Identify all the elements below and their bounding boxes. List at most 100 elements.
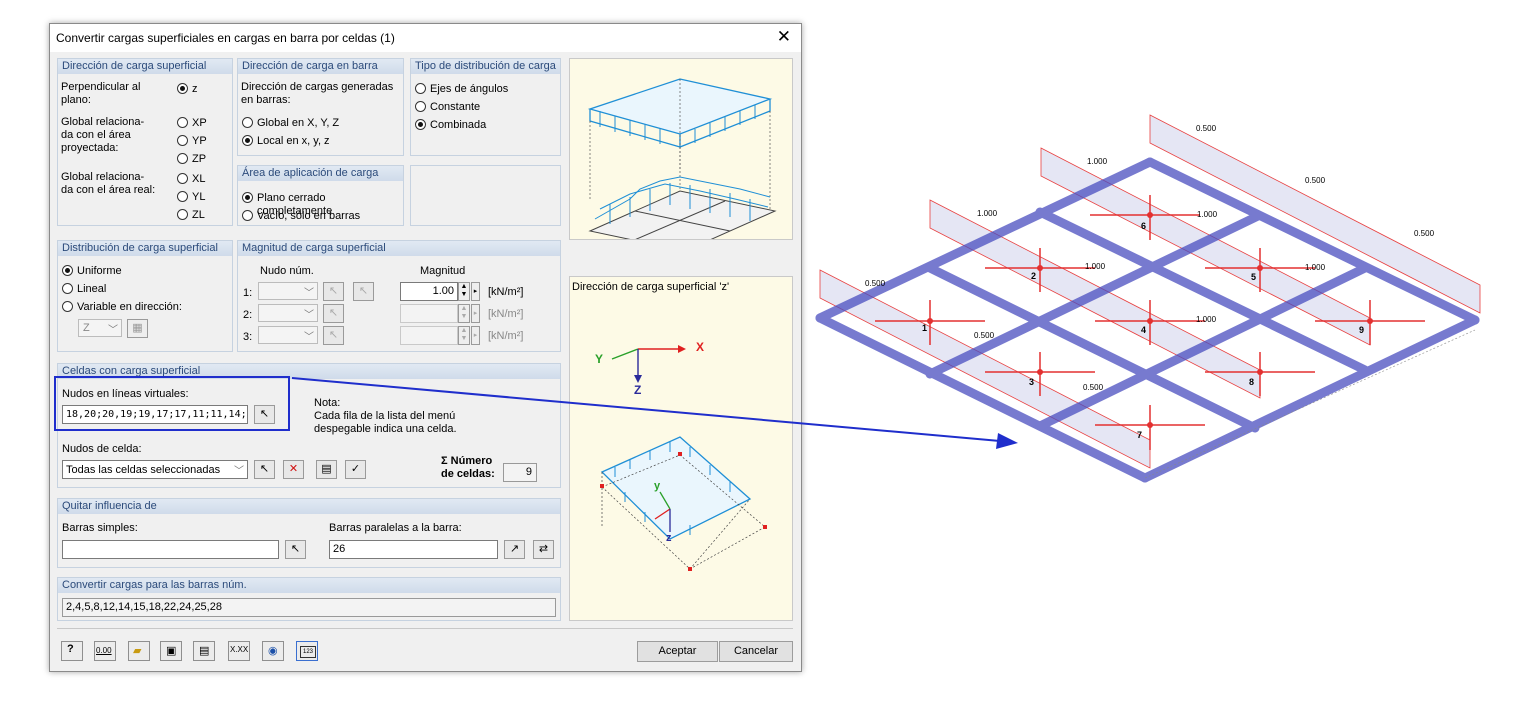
group-magnitud: Magnitud de carga superficial Nudo núm. … (237, 240, 561, 352)
units-icon-text: 0.00 (96, 646, 112, 655)
close-icon[interactable]: ✕ (777, 27, 791, 47)
decimal-places-icon[interactable]: X.XX (228, 641, 250, 661)
pick-cell-icon[interactable]: ↖ (254, 460, 275, 479)
axis-y-label: Y (595, 352, 604, 366)
row-3-label: 3: (243, 331, 253, 343)
pick-member-icon[interactable]: ↖ (285, 540, 306, 559)
magnitud-1-unit: [kN/m²] (488, 286, 524, 298)
group-header: Magnitud de carga superficial (238, 241, 560, 256)
radio-global-xyz[interactable] (242, 117, 253, 128)
radio-local-xyz[interactable] (242, 135, 253, 146)
nudos-celda-select[interactable]: Todas las celdas seleccionadas ﹀ (62, 460, 248, 479)
numbering-icon[interactable]: 123 (296, 641, 318, 661)
nudo-num-header: Nudo núm. (260, 265, 314, 277)
direccion-barra-desc: Dirección de cargas generadas en barras: (241, 81, 394, 106)
nudos-celda-value: Todas las celdas seleccionadas (66, 464, 221, 476)
load-value-label: 1.000 (977, 209, 998, 218)
load-value-label: 0.500 (1414, 229, 1435, 238)
magnitud-1-input[interactable]: 1.00 (400, 282, 458, 301)
radio-plano-cerrado[interactable] (242, 192, 253, 203)
row-1-label: 1: (243, 287, 253, 299)
radio-lineal[interactable] (62, 283, 73, 294)
radio-yl-label: YL (192, 191, 206, 203)
load-value-label: 1.000 (1196, 315, 1217, 324)
cell-number: 5 (1251, 272, 1257, 282)
axis-z-label: Z (634, 383, 642, 397)
radio-yl[interactable] (177, 191, 188, 202)
radio-variable-label: Variable en dirección: (77, 301, 182, 313)
radio-vacio[interactable] (242, 210, 253, 221)
cell-number: 6 (1141, 221, 1147, 231)
num-celdas-value: 9 (503, 463, 537, 482)
delete-icon[interactable]: ✕ (283, 460, 304, 479)
document-search-icon[interactable]: ▤ (193, 641, 215, 661)
nudo-2-select[interactable]: ﹀ (258, 304, 318, 322)
magnitud-1-arrow-icon[interactable]: ▸ (471, 282, 480, 301)
radio-constante[interactable] (415, 101, 426, 112)
accept-button[interactable]: Aceptar (637, 641, 718, 662)
edit-direction-icon[interactable]: ▦ (127, 319, 148, 338)
magnitud-2-spinner[interactable]: ▲ ▼ (458, 304, 470, 323)
chevron-down-icon: ﹀ (304, 288, 314, 299)
highlight-box (54, 376, 290, 431)
radio-zp-label: ZP (192, 153, 207, 165)
empty-group (410, 165, 561, 226)
radio-yp[interactable] (177, 135, 188, 146)
convertir-barras-field[interactable]: 2,4,5,8,12,14,15,18,22,24,25,28 (62, 598, 556, 617)
pick-parallel-icon[interactable]: ↗ (504, 540, 525, 559)
chevron-down-icon: ﹀ (234, 466, 244, 477)
cell-number: 7 (1137, 430, 1143, 440)
radio-combinada[interactable] (415, 119, 426, 130)
direction-select[interactable]: Z ﹀ (78, 319, 122, 337)
model-beams (815, 157, 1480, 483)
radio-xl[interactable] (177, 173, 188, 184)
save-icon[interactable]: ▣ (160, 641, 182, 661)
group-header: Área de aplicación de carga (238, 166, 403, 181)
radio-zp[interactable] (177, 153, 188, 164)
barras-paralelas-label: Barras paralelas a la barra: (329, 522, 462, 534)
magnitud-2-arrow-icon[interactable]: ▸ (471, 304, 480, 323)
magnitud-3-arrow-icon[interactable]: ▸ (471, 326, 480, 345)
nudo-3-select[interactable]: ﹀ (258, 326, 318, 344)
cell-list-icon[interactable]: ▤ (316, 460, 337, 479)
barras-simples-input[interactable] (62, 540, 279, 559)
chevron-down-icon: ﹀ (304, 332, 314, 343)
radio-z[interactable] (177, 83, 188, 94)
eye-icon[interactable]: ◉ (262, 641, 284, 661)
bottom-toolbar: ? 0.00 ▰ ▣ ▤ X.XX ◉ 123 (61, 641, 361, 663)
radio-yp-label: YP (192, 135, 207, 147)
open-folder-icon[interactable]: ▰ (128, 641, 150, 661)
cell-number: 2 (1031, 271, 1037, 281)
radio-variable[interactable] (62, 301, 73, 312)
radio-ejes-angulos[interactable] (415, 83, 426, 94)
barras-paralelas-input[interactable]: 26 (329, 540, 498, 559)
group-direccion-barra: Dirección de carga en barra Dirección de… (237, 58, 404, 156)
pick-node-2-icon[interactable]: ↖ (323, 304, 344, 323)
magnitud-2-input[interactable] (400, 304, 458, 323)
load-transfer-illustration (587, 78, 777, 252)
num-celdas-label: Σ Número de celdas: (441, 455, 495, 480)
radio-uniforme-label: Uniforme (77, 265, 122, 277)
pick-node-1-icon[interactable]: ↖ (323, 282, 344, 301)
preview-bottom: Dirección de carga superficial 'z' X Y Z… (569, 276, 793, 621)
magnitud-3-unit: [kN/m²] (488, 330, 524, 342)
help-icon[interactable]: ? (61, 641, 83, 661)
radio-uniforme[interactable] (62, 265, 73, 276)
preview-top (569, 58, 793, 252)
magnitud-1-spinner[interactable]: ▲ ▼ (458, 282, 470, 301)
pick-node-3-icon[interactable]: ↖ (323, 326, 344, 345)
radio-ejes-label: Ejes de ángulos (430, 83, 509, 95)
magnitud-3-spinner[interactable]: ▲ ▼ (458, 326, 470, 345)
radio-zl[interactable] (177, 209, 188, 220)
magnitud-3-input[interactable] (400, 326, 458, 345)
cancel-button[interactable]: Cancelar (719, 641, 793, 662)
nudo-1-select[interactable]: ﹀ (258, 282, 318, 300)
cell-number: 3 (1029, 377, 1035, 387)
group-header: Quitar influencia de (58, 499, 560, 514)
cell-check-icon[interactable]: ✓ (345, 460, 366, 479)
reverse-icon[interactable]: ⇄ (533, 540, 554, 559)
radio-xp[interactable] (177, 117, 188, 128)
pick-3-nodes-icon[interactable]: ↖ (353, 282, 374, 301)
units-icon[interactable]: 0.00 (94, 641, 116, 661)
load-value-label: 0.500 (1083, 383, 1104, 392)
